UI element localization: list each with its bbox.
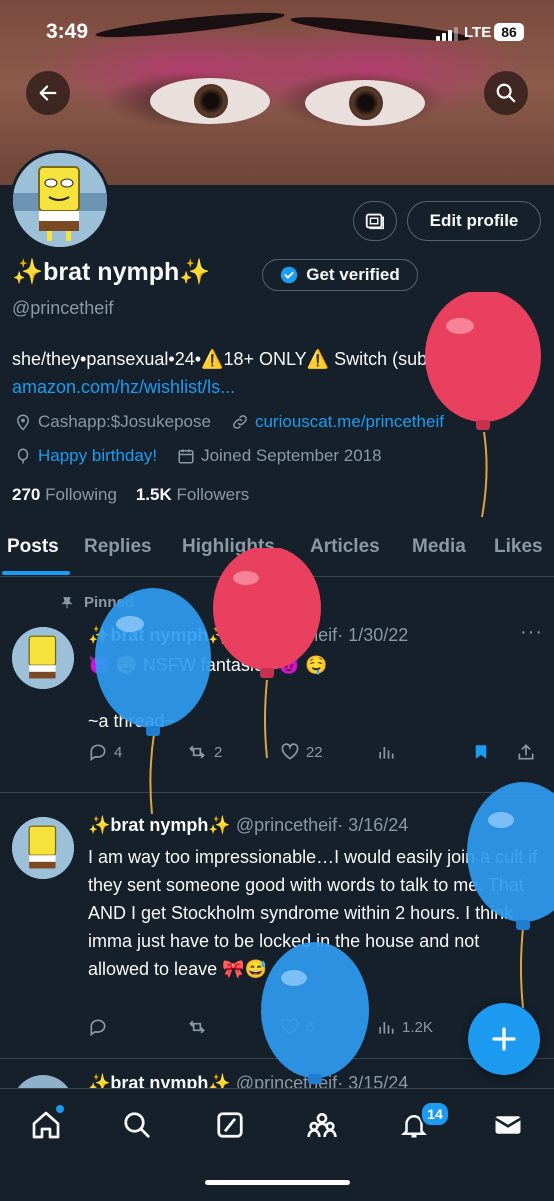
post-author-name[interactable]: ✨brat nymph✨: [88, 815, 231, 835]
bio-link[interactable]: amazon.com/hz/wishlist/ls...: [12, 377, 235, 397]
nav-search[interactable]: [117, 1105, 157, 1145]
signal-icon: [436, 27, 458, 41]
location-pin-icon: [16, 414, 30, 431]
share-button[interactable]: [516, 742, 536, 762]
profile-meta-row: Cashapp:$Josukepose curiouscat.me/prince…: [14, 412, 464, 432]
spongebob-avatar-icon: [12, 817, 74, 879]
views-button[interactable]: [376, 742, 396, 762]
repost-button[interactable]: [186, 1017, 208, 1037]
follow-stats: 270 Following 1.5K Followers: [12, 485, 249, 505]
post-avatar[interactable]: [12, 627, 74, 689]
repost-icon: [189, 1020, 205, 1034]
balloon-blue-icon: [95, 588, 211, 815]
nav-communities[interactable]: [302, 1105, 342, 1145]
arrow-left-icon: [39, 85, 57, 101]
website-item[interactable]: curiouscat.me/princetheif: [231, 412, 444, 432]
post-date: · 1/30/22: [337, 625, 409, 645]
post-avatar[interactable]: [12, 1075, 74, 1089]
balloon-blue-icon: [261, 942, 369, 1084]
spongebob-avatar-icon: [13, 153, 107, 247]
status-time: 3:49: [46, 20, 89, 43]
qr-code-button[interactable]: [353, 201, 397, 241]
balloon-red-icon: [425, 292, 541, 518]
profile-handle: @princetheif: [12, 298, 114, 318]
following-link[interactable]: 270 Following: [12, 485, 117, 504]
tab-media[interactable]: Media: [412, 536, 466, 558]
search-icon: [496, 83, 516, 103]
analytics-icon: [379, 1022, 394, 1034]
bookmark-button[interactable]: [472, 742, 490, 762]
bookmark-icon: [475, 745, 487, 759]
display-name: ✨brat nymph✨: [12, 258, 211, 286]
mail-icon: [494, 1116, 522, 1134]
location-text: Cashapp:$Josukepose: [38, 412, 211, 431]
spongebob-avatar-icon: [12, 627, 74, 689]
profile-meta-row-2: Happy birthday! Joined September 2018: [14, 446, 402, 466]
network-label: LTE: [464, 24, 492, 41]
post-date: · 3/16/24: [337, 815, 409, 835]
link-icon: [233, 415, 247, 429]
nav-home[interactable]: [26, 1105, 66, 1145]
battery-icon: 86: [494, 23, 524, 41]
home-icon: [32, 1111, 60, 1139]
post-author-handle: @princetheif: [235, 815, 338, 835]
views-button[interactable]: 1.2K: [376, 1017, 433, 1037]
qr-code-icon: [365, 213, 384, 230]
active-tab-indicator: [2, 571, 70, 575]
nav-grok[interactable]: [210, 1105, 250, 1145]
post-header: ✨brat nymph✨ @princetheif· 3/16/24: [88, 815, 408, 836]
post-author-name[interactable]: ✨brat nymph✨: [88, 1073, 231, 1089]
joined-item: Joined September 2018: [177, 446, 382, 466]
view-count: 1.2K: [402, 1018, 433, 1036]
website-link[interactable]: curiouscat.me/princetheif: [255, 412, 444, 432]
analytics-icon: [379, 747, 394, 759]
followers-link[interactable]: 1.5K Followers: [136, 485, 249, 504]
calendar-icon: [178, 449, 194, 464]
search-icon: [124, 1112, 150, 1138]
location-item: Cashapp:$Josukepose: [14, 412, 211, 432]
joined-text: Joined September 2018: [201, 446, 382, 465]
reply-button[interactable]: [88, 1017, 108, 1037]
get-verified-label: Get verified: [306, 265, 400, 284]
communities-icon: [307, 1113, 337, 1138]
balloon-blue-icon: [467, 782, 554, 1009]
following-count: 270: [12, 485, 41, 504]
post-more-icon[interactable]: ···: [520, 621, 543, 644]
nav-messages[interactable]: [488, 1105, 528, 1145]
followers-count: 1.5K: [135, 485, 172, 504]
pin-icon: [61, 596, 73, 608]
birthday-item: Happy birthday!: [14, 446, 157, 466]
post-avatar[interactable]: [12, 817, 74, 879]
profile-avatar[interactable]: [10, 150, 110, 250]
followers-label: Followers: [176, 485, 250, 504]
home-notification-dot: [56, 1105, 64, 1113]
verified-badge-icon: [280, 266, 298, 284]
tab-posts[interactable]: Posts: [7, 536, 59, 558]
grok-icon: [217, 1112, 243, 1138]
bio-text: she/they•pansexual•24•⚠️18+ ONLY⚠️ Switc…: [12, 349, 450, 369]
birthday-text[interactable]: Happy birthday!: [38, 446, 157, 466]
tab-likes[interactable]: Likes: [494, 536, 543, 558]
tab-replies[interactable]: Replies: [84, 536, 152, 558]
reply-icon: [90, 1019, 106, 1037]
share-icon: [518, 744, 534, 760]
balloon-red-icon: [213, 548, 321, 759]
compose-post-button[interactable]: [468, 1003, 540, 1075]
plus-icon: [492, 1027, 516, 1051]
edit-profile-button[interactable]: Edit profile: [407, 201, 541, 241]
following-label: Following: [45, 485, 117, 504]
home-indicator: [205, 1180, 350, 1185]
status-bar: 3:49 LTE 86: [0, 0, 554, 64]
get-verified-button[interactable]: Get verified: [262, 259, 418, 291]
back-button[interactable]: [26, 71, 70, 115]
notifications-badge: 14: [420, 1101, 450, 1127]
balloon-icon: [17, 448, 29, 464]
search-button[interactable]: [484, 71, 528, 115]
